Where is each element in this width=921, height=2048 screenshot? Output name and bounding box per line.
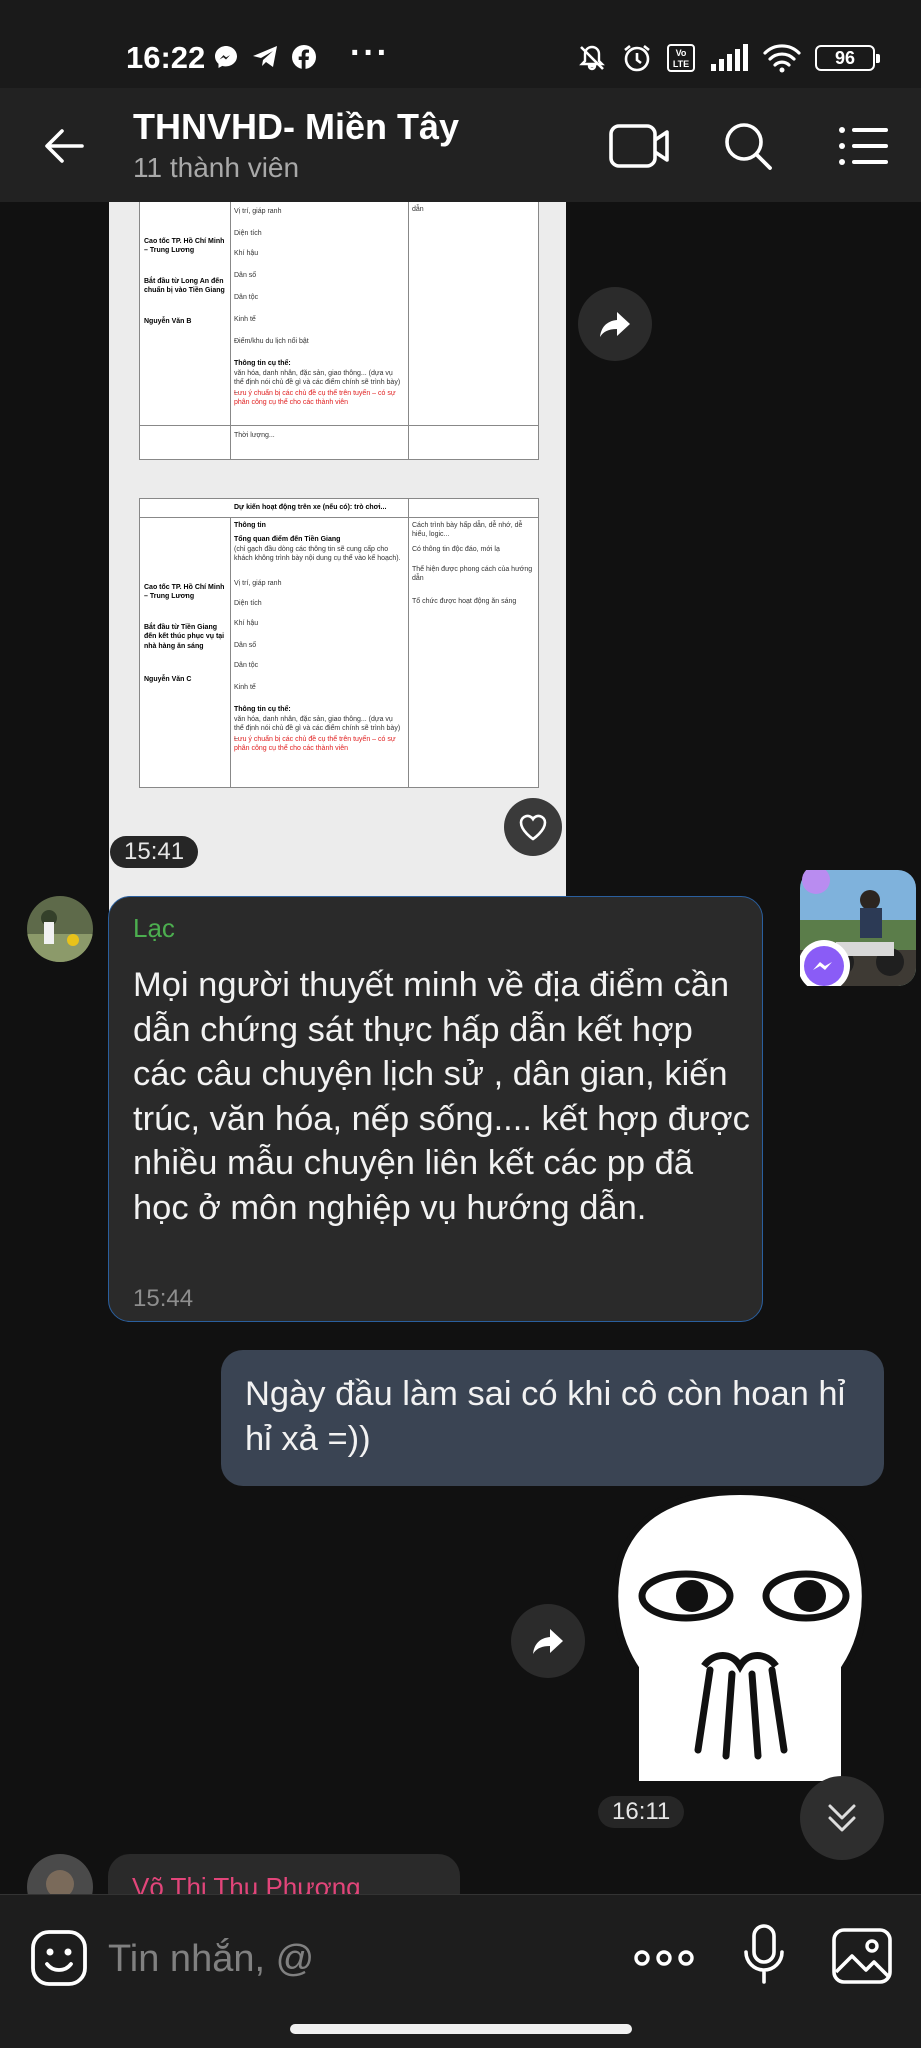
- sticker-face: [612, 1488, 868, 1787]
- back-arrow-icon: [45, 129, 84, 163]
- microphone-icon: [744, 1924, 784, 1984]
- message-list[interactable]: Cao tốc TP. Hồ Chí Minh – Trung Lương Bắ…: [0, 202, 921, 1894]
- message-time: 16:11: [598, 1796, 685, 1828]
- sticker-message[interactable]: [606, 1488, 874, 1787]
- video-call-button[interactable]: [608, 118, 672, 174]
- group-title[interactable]: THNVHD- Miền Tây: [133, 106, 459, 148]
- member-count[interactable]: 11 thành viên: [133, 152, 299, 184]
- forward-button[interactable]: [578, 287, 652, 361]
- wifi-icon: [763, 44, 801, 73]
- system-icons: Vo LTE 96: [577, 42, 880, 74]
- gallery-button[interactable]: [830, 1924, 894, 1988]
- messenger-icon: [215, 46, 237, 68]
- document-page-1: Cao tốc TP. Hồ Chí Minh – Trung Lương Bắ…: [139, 202, 539, 460]
- notification-icons: [213, 44, 317, 70]
- status-bar: 16:22 ··· Vo LTE 96: [0, 0, 921, 88]
- heart-icon: [519, 814, 547, 841]
- battery-indicator: 96: [815, 45, 880, 71]
- double-chevron-down-icon: [828, 1804, 856, 1832]
- home-indicator[interactable]: [290, 2024, 632, 2034]
- message-input[interactable]: Tin nhắn, @: [108, 1938, 314, 1981]
- seen-avatar[interactable]: [798, 866, 916, 992]
- back-button[interactable]: [38, 118, 94, 174]
- signal-icon: [711, 44, 748, 71]
- avatar-photo: [27, 896, 93, 962]
- menu-button[interactable]: [836, 118, 900, 174]
- composer-divider: [0, 1894, 921, 1895]
- volte-icon: Vo LTE: [667, 44, 695, 72]
- more-notifications: ···: [350, 34, 390, 72]
- voice-message-button[interactable]: [732, 1922, 796, 1986]
- clock: 16:22: [126, 40, 206, 75]
- emoji-button[interactable]: [27, 1926, 91, 1990]
- incoming-message[interactable]: Lạc Mọi người thuyết minh về địa điểm cầ…: [108, 896, 763, 1322]
- telegram-icon: [253, 46, 277, 67]
- chat-header: THNVHD- Miền Tây 11 thành viên: [0, 88, 921, 202]
- search-icon: [725, 123, 772, 170]
- emoji-icon: [31, 1930, 87, 1986]
- seen-photo: [798, 866, 916, 992]
- avatar-lac[interactable]: [27, 896, 93, 962]
- sender-name[interactable]: Võ Thị Thu Phương: [132, 1872, 361, 1894]
- shared-document-image[interactable]: Cao tốc TP. Hồ Chí Minh – Trung Lương Bắ…: [109, 202, 566, 1014]
- message-text: Ngày đầu làm sai có khi cô còn hoan hỉ h…: [245, 1375, 846, 1458]
- mute-icon: [579, 45, 605, 71]
- alarm-icon: [624, 44, 650, 72]
- more-dots-icon: [634, 1950, 694, 1966]
- scroll-to-bottom-button[interactable]: [800, 1776, 884, 1860]
- share-arrow-icon: [533, 1629, 563, 1654]
- menu-icon: [839, 127, 888, 165]
- outgoing-message[interactable]: Ngày đầu làm sai có khi cô còn hoan hỉ h…: [221, 1350, 884, 1486]
- avatar-vo-thi-thu-phuong[interactable]: [27, 1854, 93, 1894]
- incoming-message[interactable]: Võ Thị Thu Phương: [108, 1854, 460, 1894]
- gallery-icon: [832, 1928, 892, 1984]
- facebook-icon: [292, 45, 316, 69]
- forward-button[interactable]: [511, 1604, 585, 1678]
- share-arrow-icon: [600, 312, 630, 337]
- message-time: 15:44: [133, 1285, 194, 1312]
- avatar-photo: [27, 1854, 93, 1894]
- video-call-icon: [609, 124, 669, 168]
- sender-name[interactable]: Lạc: [133, 913, 175, 944]
- react-heart-button[interactable]: [504, 798, 562, 856]
- document-page-2: Dự kiến hoạt động trên xe (nếu có): trò …: [139, 498, 539, 788]
- more-options-button[interactable]: [632, 1926, 696, 1990]
- search-button[interactable]: [720, 118, 784, 174]
- message-text: Mọi người thuyết minh về địa điểm cần dẫ…: [133, 966, 750, 1227]
- message-time: 15:41: [110, 836, 199, 868]
